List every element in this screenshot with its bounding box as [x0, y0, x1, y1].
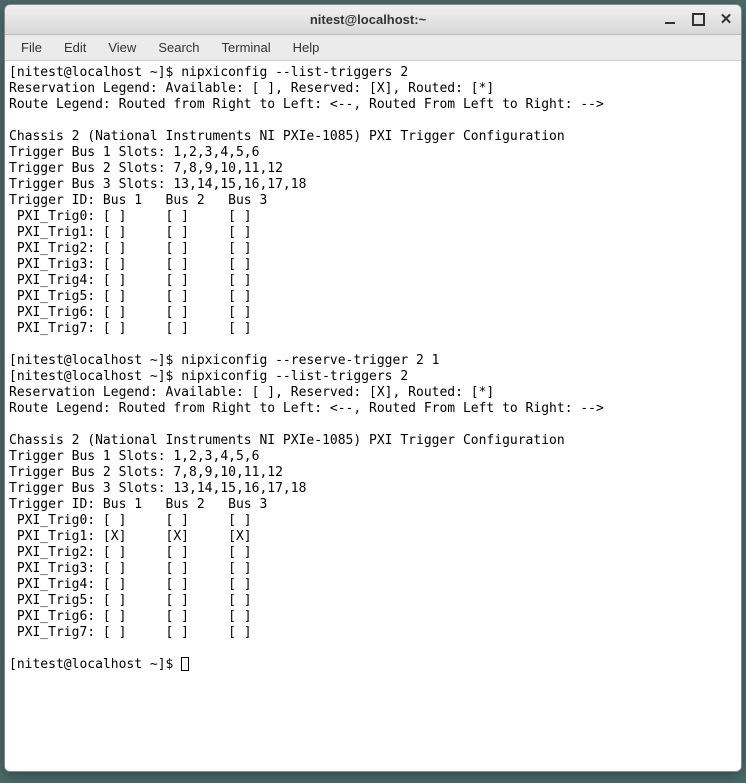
terminal-window: nitest@localhost:~ ✕ File Edit View Sear… [4, 4, 742, 772]
window-controls: ✕ [663, 13, 733, 27]
trigger-row: PXI_Trig4: [ ] [ ] [ ] [9, 273, 252, 288]
minimize-button[interactable] [663, 13, 677, 27]
trigger-row: PXI_Trig6: [ ] [ ] [ ] [9, 305, 252, 320]
output-line: Trigger Bus 1 Slots: 1,2,3,4,5,6 [9, 145, 259, 160]
menu-file[interactable]: File [11, 38, 52, 57]
output-line: Trigger Bus 3 Slots: 13,14,15,16,17,18 [9, 481, 306, 496]
trigger-row: PXI_Trig1: [ ] [ ] [ ] [9, 225, 252, 240]
menu-edit[interactable]: Edit [54, 38, 96, 57]
trigger-row: PXI_Trig3: [ ] [ ] [ ] [9, 561, 252, 576]
output-line: Chassis 2 (National Instruments NI PXIe-… [9, 129, 565, 144]
titlebar[interactable]: nitest@localhost:~ ✕ [5, 5, 741, 35]
trigger-row: PXI_Trig0: [ ] [ ] [ ] [9, 209, 252, 224]
close-button[interactable]: ✕ [719, 13, 733, 27]
trigger-row: PXI_Trig7: [ ] [ ] [ ] [9, 625, 252, 640]
trigger-row: PXI_Trig7: [ ] [ ] [ ] [9, 321, 252, 336]
trigger-row: PXI_Trig2: [ ] [ ] [ ] [9, 545, 252, 560]
prompt: [nitest@localhost ~]$ [9, 369, 181, 384]
trigger-row: PXI_Trig5: [ ] [ ] [ ] [9, 289, 252, 304]
output-line: Trigger ID: Bus 1 Bus 2 Bus 3 [9, 193, 267, 208]
output-line: Trigger Bus 3 Slots: 13,14,15,16,17,18 [9, 177, 306, 192]
command-3: nipxiconfig --list-triggers 2 [181, 369, 408, 384]
menu-help[interactable]: Help [283, 38, 330, 57]
menu-terminal[interactable]: Terminal [212, 38, 281, 57]
trigger-row: PXI_Trig3: [ ] [ ] [ ] [9, 257, 252, 272]
output-line: Route Legend: Routed from Right to Left:… [9, 97, 604, 112]
prompt: [nitest@localhost ~]$ [9, 353, 181, 368]
menubar: File Edit View Search Terminal Help [5, 35, 741, 61]
maximize-button[interactable] [691, 13, 705, 27]
menu-search[interactable]: Search [148, 38, 209, 57]
window-title: nitest@localhost:~ [73, 12, 663, 27]
output-line: Reservation Legend: Available: [ ], Rese… [9, 385, 494, 400]
trigger-row: PXI_Trig0: [ ] [ ] [ ] [9, 513, 252, 528]
output-line: Trigger Bus 2 Slots: 7,8,9,10,11,12 [9, 161, 283, 176]
trigger-row: PXI_Trig1: [X] [X] [X] [9, 529, 252, 544]
prompt: [nitest@localhost ~]$ [9, 65, 181, 80]
output-line: Trigger ID: Bus 1 Bus 2 Bus 3 [9, 497, 267, 512]
command-2: nipxiconfig --reserve-trigger 2 1 [181, 353, 439, 368]
trigger-row: PXI_Trig4: [ ] [ ] [ ] [9, 577, 252, 592]
cursor-icon [181, 657, 189, 671]
command-1: nipxiconfig --list-triggers 2 [181, 65, 408, 80]
trigger-row: PXI_Trig2: [ ] [ ] [ ] [9, 241, 252, 256]
output-line: Trigger Bus 1 Slots: 1,2,3,4,5,6 [9, 449, 259, 464]
trigger-row: PXI_Trig6: [ ] [ ] [ ] [9, 609, 252, 624]
output-line: Trigger Bus 2 Slots: 7,8,9,10,11,12 [9, 465, 283, 480]
menu-view[interactable]: View [98, 38, 146, 57]
output-line: Route Legend: Routed from Right to Left:… [9, 401, 604, 416]
trigger-row: PXI_Trig5: [ ] [ ] [ ] [9, 593, 252, 608]
output-line: Chassis 2 (National Instruments NI PXIe-… [9, 433, 565, 448]
output-line: Reservation Legend: Available: [ ], Rese… [9, 81, 494, 96]
prompt: [nitest@localhost ~]$ [9, 657, 181, 672]
terminal-output[interactable]: [nitest@localhost ~]$ nipxiconfig --list… [5, 61, 741, 771]
